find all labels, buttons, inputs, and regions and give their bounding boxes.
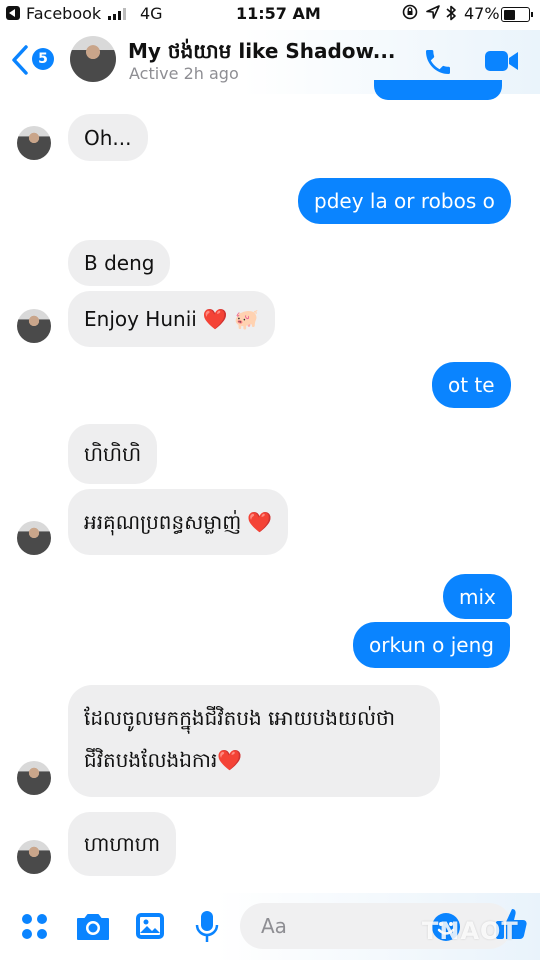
- back-to-app-icon[interactable]: [6, 6, 20, 20]
- heart-emoji: ❤️: [217, 748, 243, 772]
- contact-avatar[interactable]: [70, 36, 116, 82]
- bluetooth-icon: [445, 4, 457, 26]
- message-bubble[interactable]: ot te: [432, 362, 511, 408]
- sender-avatar: [17, 840, 51, 874]
- microphone-icon[interactable]: [194, 909, 220, 949]
- message-text: ot te: [448, 373, 495, 397]
- message-bubble[interactable]: mix: [443, 574, 512, 619]
- message-input-placeholder: Aa: [261, 914, 287, 938]
- message-text: ហិហិហិ: [84, 442, 142, 466]
- message-bubble[interactable]: ដែលចូលមកក្នុងជីវិតបង អោយបងយល់ថា ជីវិតបងល…: [68, 685, 440, 797]
- message-text: ដែលចូលមកក្នុងជីវិតបង អោយបងយល់ថា: [84, 706, 396, 730]
- battery-percent: 47%: [464, 4, 500, 23]
- battery-icon: [501, 7, 533, 22]
- sender-avatar: [17, 761, 51, 795]
- heart-emoji: ❤️: [247, 510, 273, 534]
- message-bubble[interactable]: Oh...: [68, 114, 148, 161]
- message-text: orkun o jeng: [369, 633, 494, 657]
- unread-count-badge: 5: [32, 48, 54, 70]
- message-text: mix: [459, 584, 496, 609]
- carrier-label: Facebook: [26, 4, 102, 23]
- message-text: pdey la or robos o: [314, 189, 495, 213]
- contact-status: Active 2h ago: [129, 64, 239, 83]
- apps-icon[interactable]: [20, 912, 50, 946]
- message-text: Oh...: [84, 125, 132, 150]
- sender-avatar: [17, 521, 51, 555]
- message-text: Enjoy Hunii: [84, 307, 197, 331]
- previous-message-bubble: [374, 80, 502, 100]
- sender-avatar: [17, 309, 51, 343]
- message-text: ហាហាហា: [84, 832, 161, 856]
- watermark: TNAOT: [422, 917, 519, 945]
- camera-icon[interactable]: [75, 911, 111, 947]
- sender-avatar: [17, 126, 51, 160]
- video-camera-icon[interactable]: [484, 47, 520, 79]
- location-icon: [425, 4, 441, 24]
- status-bar: Facebook 4G 11:57 AM 47%: [0, 0, 540, 30]
- message-bubble[interactable]: pdey la or robos o: [298, 178, 511, 224]
- message-text-line2: ជីវិតបងលែងឯការ❤️: [84, 748, 243, 772]
- message-bubble[interactable]: អរគុណប្រពន្ធសម្លាញ់ ❤️: [68, 489, 289, 555]
- back-chevron-icon[interactable]: [10, 45, 30, 81]
- heart-pig-emoji: ❤️ 🐖: [202, 307, 259, 331]
- orientation-lock-icon: [402, 4, 418, 24]
- network-label: 4G: [140, 4, 163, 23]
- message-text: B deng: [84, 251, 155, 275]
- message-bubble[interactable]: B deng: [68, 240, 171, 286]
- message-bubble[interactable]: ហាហាហា: [68, 812, 177, 876]
- message-bubble[interactable]: ហិហិហិ: [68, 424, 158, 484]
- message-text: អរគុណប្រពន្ធសម្លាញ់: [84, 510, 242, 534]
- photo-icon[interactable]: [134, 910, 166, 946]
- message-bubble[interactable]: Enjoy Hunii ❤️ 🐖: [68, 291, 275, 347]
- phone-icon[interactable]: [422, 46, 454, 82]
- message-bubble[interactable]: orkun o jeng: [353, 622, 510, 668]
- clock: 11:57 AM: [236, 4, 321, 23]
